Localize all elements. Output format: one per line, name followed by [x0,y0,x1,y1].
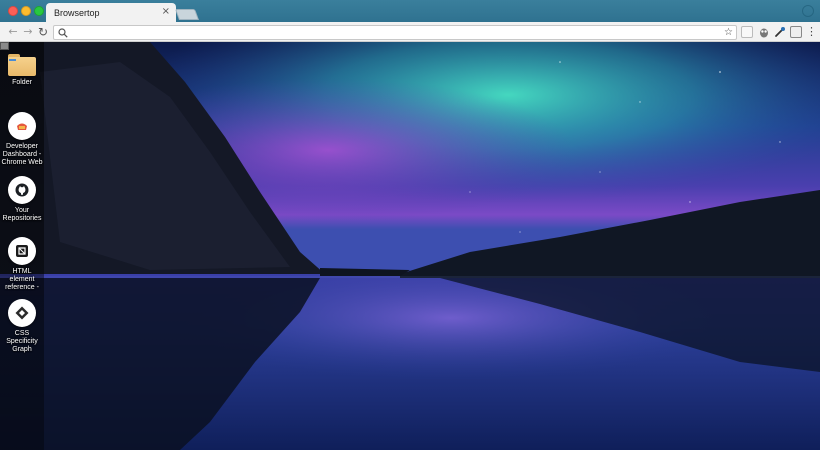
github-icon [8,176,36,204]
address-input[interactable] [72,26,712,39]
search-icon [58,28,68,38]
window-minimize-button[interactable] [21,6,31,16]
desktop-item-html-element-reference[interactable]: HTML element reference - [0,237,44,292]
tab-close-icon[interactable]: × [162,6,170,18]
tab-browsertop[interactable]: Browsertop × [46,3,176,22]
eyedropper-icon[interactable] [774,26,786,38]
sidebar-toggle-handle[interactable] [0,42,9,50]
tab-title: Browsertop [54,8,100,18]
aurora-lake-wallpaper [0,42,820,450]
forward-arrow-icon[interactable]: → [21,24,35,40]
reload-icon[interactable]: ↻ [36,24,50,40]
desktop-item-css-specificity-graph[interactable]: CSS Specificity Graph [0,299,44,354]
desktop-item-label: HTML element reference - [5,268,39,291]
new-tab-button[interactable] [174,9,200,20]
desktop-item-label: CSS Specificity Graph [6,330,38,353]
browser-window: Browsertop × ← → ↻ ☆ ⋮ Folder Developer … [0,0,820,450]
omnibox[interactable]: ☆ [53,25,737,40]
desktop-item-label: Developer Dashboard - Chrome Web [1,143,43,166]
toolbar: ← → ↻ ☆ ⋮ [0,22,820,42]
extension-owl-icon[interactable] [758,26,770,38]
desktop-item-label: Your Repositories [2,207,42,222]
chrome-web-store-icon [8,112,36,140]
desktop-area: Folder Developer Dashboard - Chrome Web … [0,42,820,450]
window-maximize-button[interactable] [34,6,44,16]
vertical-dots-icon[interactable]: ⋮ [806,24,817,40]
desktop-item-developer-dashboard[interactable]: Developer Dashboard - Chrome Web [0,112,44,167]
extension-blank-icon[interactable] [741,26,753,38]
desktop-item-label: Folder [12,79,32,86]
mdn-icon [8,237,36,265]
window-close-button[interactable] [8,6,18,16]
folder-icon [8,54,36,76]
css-graph-icon [8,299,36,327]
back-arrow-icon[interactable]: ← [6,24,20,40]
desktop-item-your-repositories[interactable]: Your Repositories [0,176,44,223]
desktop-item-folder[interactable]: Folder [0,54,44,87]
profile-icon[interactable] [802,5,814,17]
tab-strip: Browsertop × [0,0,820,22]
star-icon[interactable]: ☆ [724,26,733,39]
extension-square-icon[interactable] [790,26,802,38]
